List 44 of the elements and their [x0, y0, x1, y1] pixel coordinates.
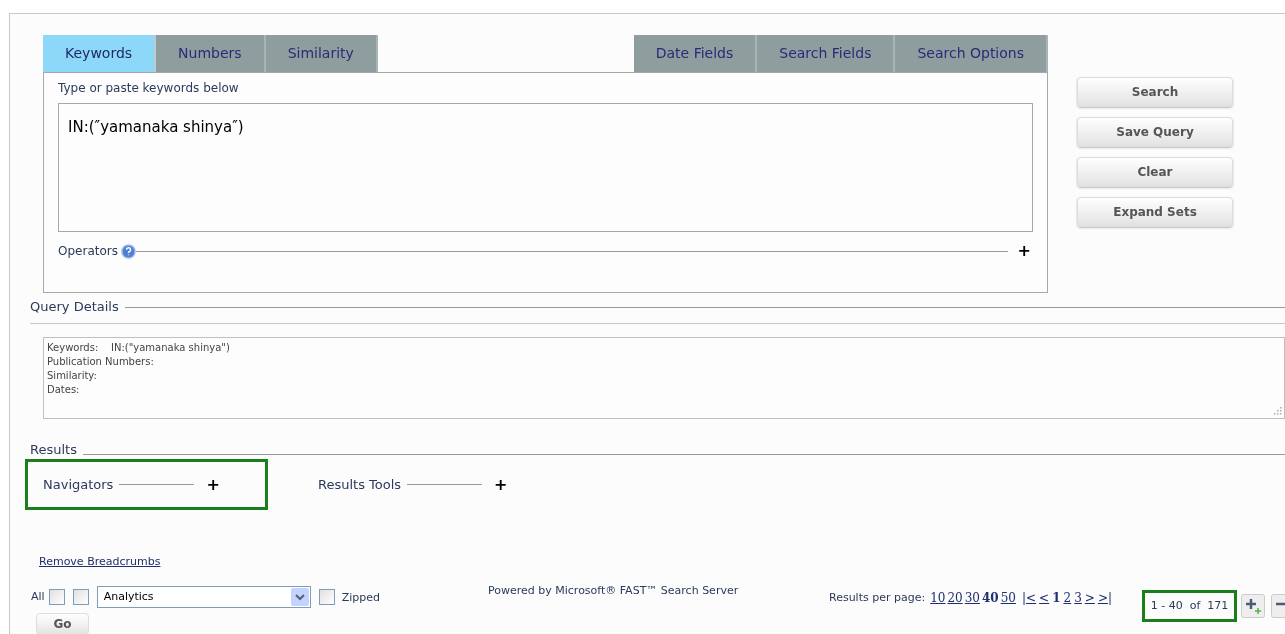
expand-toggle[interactable]: + [206, 476, 220, 493]
expand-toggle[interactable]: + [1017, 243, 1031, 259]
page-link[interactable]: 10 [930, 589, 946, 607]
action-button[interactable]: Clear [1077, 157, 1233, 187]
keywords-hint: Type or paste keywords below [58, 80, 240, 96]
section-label: Navigators [43, 475, 114, 494]
action-button[interactable]: Save Query [1077, 117, 1233, 147]
tab[interactable]: Keywords [43, 35, 157, 72]
remove-breadcrumbs-link[interactable]: Remove Breadcrumbs [39, 555, 161, 568]
tab[interactable]: Date Fields [633, 35, 758, 72]
result-range: 1 - 40 of 171 [1150, 597, 1229, 614]
zipped-label: Zipped [341, 590, 380, 607]
current-option[interactable]: 40 [982, 589, 999, 607]
current-option[interactable]: 1 [1052, 589, 1061, 607]
query-detail-line: Publication Numbers: [47, 355, 154, 369]
expand-toggle[interactable]: + [494, 476, 508, 493]
powered-by-text: Powered by Microsoft® FAST™ Search Server [488, 583, 740, 599]
action-button[interactable]: Expand Sets [1077, 197, 1233, 227]
action-button[interactable]: Search [1077, 77, 1233, 107]
tab[interactable]: Numbers [156, 35, 266, 72]
query-detail-line: Keywords: IN:("yamanaka shinya") [47, 341, 230, 355]
page-link[interactable]: 3 [1074, 589, 1082, 607]
page-link[interactable]: 30 [964, 589, 980, 607]
page-link[interactable]: 50 [1000, 589, 1016, 607]
tab[interactable]: Similarity [265, 35, 378, 72]
page-link[interactable]: 2 [1063, 589, 1072, 607]
all-label: All [31, 588, 45, 605]
page-link[interactable]: < [1039, 589, 1050, 607]
operators-label: Operators [58, 243, 118, 260]
section-title: Results [30, 443, 77, 457]
tab[interactable]: Search Options [895, 35, 1048, 72]
section-title: Query Details [30, 299, 119, 315]
keywords-input[interactable]: IN:(″yamanaka shinya″) [58, 103, 1033, 232]
query-detail-line: Dates: [47, 383, 80, 397]
export-dropdown[interactable]: Analytics [96, 586, 311, 608]
page-link[interactable]: 20 [947, 589, 963, 607]
page-link[interactable]: |< [1022, 589, 1037, 607]
go-button[interactable]: Go [36, 613, 89, 634]
page-link[interactable]: >| [1097, 589, 1112, 607]
query-detail-line: Similarity: [47, 369, 97, 383]
page-link[interactable]: > [1084, 589, 1095, 607]
tab[interactable]: Search Fields [757, 35, 896, 72]
section-label: Results Tools [318, 475, 402, 494]
results-per-page-label: Results per page: [829, 589, 926, 606]
